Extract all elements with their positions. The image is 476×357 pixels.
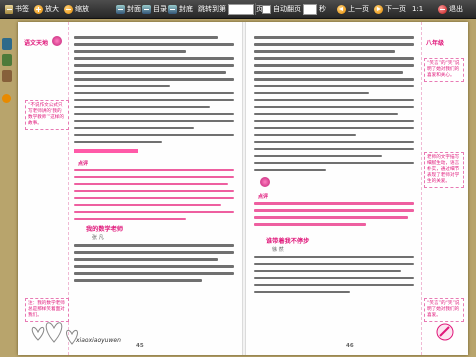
review-paragraph xyxy=(74,168,234,221)
auto-flip: 自动翻页 秒 xyxy=(262,3,326,15)
zoom-in-button[interactable]: 放大 xyxy=(34,3,59,15)
review-paragraph xyxy=(254,202,414,226)
margin-note-bottom: “笑言”的“笑”说明了她对我们的喜爱。 xyxy=(424,298,464,322)
auto-flip-seconds-input[interactable] xyxy=(303,3,317,15)
zoom-reset-button[interactable]: 缩放 xyxy=(64,3,89,15)
thumbnail-icon[interactable] xyxy=(2,38,12,50)
exit-button[interactable]: 退出 xyxy=(438,3,463,15)
highlight-bar xyxy=(74,148,138,153)
article-title: 谁带着我不停步 xyxy=(266,237,310,245)
arrow-right-icon xyxy=(374,4,383,14)
exit-icon xyxy=(438,4,447,14)
page-number: 45 xyxy=(136,343,144,349)
left-text-column: 点评 我的数学老师 张 凡 xyxy=(74,36,234,282)
footer-brand: xiaoxiaoyuwen xyxy=(76,337,121,344)
right-page[interactable]: 点评 谁带着我不停步 徐 然 八年级 “笑言”的“笑”说明了她对我们的喜爱和关心… xyxy=(246,22,468,355)
article-paragraph xyxy=(254,255,414,294)
review-label: 点评 xyxy=(78,160,89,167)
back-cover-button[interactable]: 封底 xyxy=(168,3,193,15)
review-label: 点评 xyxy=(258,194,269,201)
next-page-button[interactable]: 下一页 xyxy=(374,3,406,15)
mascot-icon xyxy=(52,36,62,46)
picture-icon[interactable] xyxy=(2,54,12,66)
right-margin-column: 八年级 “笑言”的“笑”说明了她对我们的喜爱和关心。 老师的文字描写细腻生动，语… xyxy=(421,22,464,355)
zoom-ratio[interactable]: 1:1 xyxy=(412,3,423,15)
auto-flip-checkbox[interactable] xyxy=(262,4,271,14)
cover-icon xyxy=(116,4,125,14)
right-text-column: 点评 谁带着我不停步 徐 然 xyxy=(254,36,414,294)
paragraph xyxy=(74,36,234,154)
bookmark-button[interactable]: 书签 xyxy=(5,3,29,15)
back-cover-icon xyxy=(168,4,177,14)
reviewer-icon xyxy=(260,177,270,188)
page-number: 46 xyxy=(346,343,354,349)
section-header-tag: 八年级 xyxy=(426,40,445,47)
open-book: 语文天地 “不说作文公式只写老师讲的‘我的数学教师’”这样的故事。 注：我的数学… xyxy=(18,22,468,355)
article-author: 徐 然 xyxy=(272,246,284,253)
section-header-tag: 语文天地 xyxy=(24,40,49,47)
info-icon[interactable] xyxy=(2,94,11,103)
zoom-in-icon xyxy=(34,4,43,14)
page-jump: 跳转到第 页 xyxy=(198,3,263,15)
left-margin-column: 语文天地 “不说作文公式只写老师讲的‘我的数学教师’”这样的故事。 注：我的数学… xyxy=(24,22,69,355)
article-title: 我的数学老师 xyxy=(86,226,124,234)
margin-note: “不说作文公式只写老师讲的‘我的数学教师’”这样的故事。 xyxy=(25,100,69,130)
prev-page-button[interactable]: 上一页 xyxy=(337,3,369,15)
zoom-out-icon xyxy=(64,4,73,14)
margin-note: “笑言”的“笑”说明了她对我们的喜爱和关心。 xyxy=(424,58,464,82)
contents-icon xyxy=(142,4,151,14)
cover-button[interactable]: 封面 xyxy=(116,3,141,15)
page-jump-input[interactable] xyxy=(228,3,254,15)
side-panel xyxy=(0,20,14,357)
margin-note-middle: 老师的文字描写细腻生动，语言朴实，通过细节表现了老师对学生的关爱。 xyxy=(424,152,464,188)
pencil-icon xyxy=(436,323,454,341)
left-page[interactable]: 语文天地 “不说作文公式只写老师讲的‘我的数学教师’”这样的故事。 注：我的数学… xyxy=(18,22,242,355)
hearts-decoration xyxy=(31,322,78,345)
article-paragraph xyxy=(74,244,234,282)
reader-toolbar: 书签 放大 缩放 封面 目录 封底 跳转到第 页 自动翻页 秒 上一页 下一页 xyxy=(0,0,476,19)
article-author: 张 凡 xyxy=(92,235,104,242)
toolbar-divider xyxy=(255,3,256,15)
paragraph xyxy=(254,36,414,172)
bookmark-icon xyxy=(5,4,13,14)
contents-button[interactable]: 目录 xyxy=(142,3,167,15)
note-icon[interactable] xyxy=(2,70,12,82)
arrow-left-icon xyxy=(337,4,346,14)
